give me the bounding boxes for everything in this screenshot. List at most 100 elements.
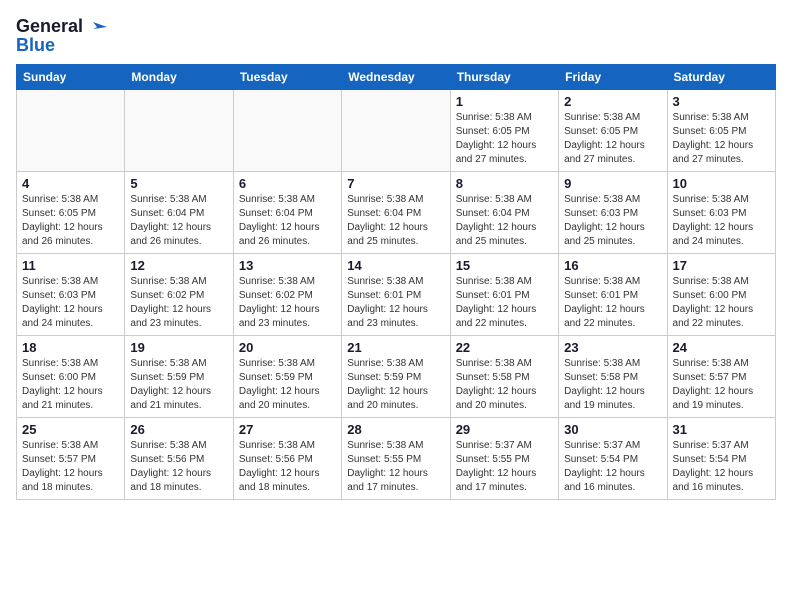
day-number: 15: [456, 258, 553, 273]
weekday-header: Wednesday: [342, 64, 450, 89]
calendar-cell: 16 Sunrise: 5:38 AM Sunset: 6:01 PM Dayli…: [559, 253, 667, 335]
calendar-cell: 28Sunrise: 5:38 AM Sunset: 5:55 PM Dayli…: [342, 417, 450, 499]
calendar-cell: 4 Sunrise: 5:38 AM Sunset: 6:05 PM Daylig…: [17, 171, 125, 253]
day-info: Sunrise: 5:38 AM Sunset: 6:03 PM Dayligh…: [673, 193, 770, 249]
day-info: Sunrise: 5:37 AM Sunset: 5:54 PM Dayligh…: [673, 439, 770, 495]
calendar-cell: 12Sunrise: 5:38 AM Sunset: 6:02 PM Dayli…: [125, 253, 233, 335]
day-info: Sunrise: 5:38 AM Sunset: 6:05 PM Dayligh…: [22, 193, 119, 249]
logo-general: General: [16, 17, 83, 37]
day-info: Sunrise: 5:38 AM Sunset: 6:01 PM Dayligh…: [564, 275, 661, 331]
day-number: 12: [130, 258, 227, 273]
day-info: Sunrise: 5:38 AM Sunset: 6:04 PM Dayligh…: [456, 193, 553, 249]
weekday-header: Sunday: [17, 64, 125, 89]
calendar-table: SundayMondayTuesdayWednesdayThursdayFrid…: [16, 64, 776, 500]
calendar-cell: 9 Sunrise: 5:38 AM Sunset: 6:03 PM Daylig…: [559, 171, 667, 253]
calendar-cell: 26 Sunrise: 5:38 AM Sunset: 5:56 PM Dayli…: [125, 417, 233, 499]
day-info: Sunrise: 5:38 AM Sunset: 5:58 PM Dayligh…: [456, 357, 553, 413]
calendar-cell: [17, 89, 125, 171]
day-number: 8: [456, 176, 553, 191]
day-number: 5: [130, 176, 227, 191]
calendar-cell: 30 Sunrise: 5:37 AM Sunset: 5:54 PM Dayli…: [559, 417, 667, 499]
calendar-cell: 5 Sunrise: 5:38 AM Sunset: 6:04 PM Daylig…: [125, 171, 233, 253]
weekday-header: Tuesday: [233, 64, 341, 89]
logo-bird-icon: [85, 16, 107, 38]
calendar-cell: 19 Sunrise: 5:38 AM Sunset: 5:59 PM Dayli…: [125, 335, 233, 417]
calendar-cell: 29Sunrise: 5:37 AM Sunset: 5:55 PM Dayli…: [450, 417, 558, 499]
day-info: Sunrise: 5:38 AM Sunset: 6:00 PM Dayligh…: [22, 357, 119, 413]
day-info: Sunrise: 5:38 AM Sunset: 6:03 PM Dayligh…: [22, 275, 119, 331]
calendar-cell: [233, 89, 341, 171]
weekday-header: Monday: [125, 64, 233, 89]
day-info: Sunrise: 5:38 AM Sunset: 5:56 PM Dayligh…: [130, 439, 227, 495]
calendar-cell: 8 Sunrise: 5:38 AM Sunset: 6:04 PM Daylig…: [450, 171, 558, 253]
day-number: 7: [347, 176, 444, 191]
calendar-cell: 22 Sunrise: 5:38 AM Sunset: 5:58 PM Dayli…: [450, 335, 558, 417]
calendar-cell: 10 Sunrise: 5:38 AM Sunset: 6:03 PM Dayli…: [667, 171, 775, 253]
page-header: General Blue: [16, 16, 776, 56]
day-info: Sunrise: 5:38 AM Sunset: 6:04 PM Dayligh…: [239, 193, 336, 249]
day-number: 31: [673, 422, 770, 437]
day-info: Sunrise: 5:38 AM Sunset: 6:01 PM Dayligh…: [456, 275, 553, 331]
weekday-header: Friday: [559, 64, 667, 89]
logo-blue: Blue: [16, 36, 55, 56]
day-info: Sunrise: 5:38 AM Sunset: 5:56 PM Dayligh…: [239, 439, 336, 495]
day-number: 1: [456, 94, 553, 109]
day-number: 6: [239, 176, 336, 191]
day-number: 4: [22, 176, 119, 191]
day-number: 27: [239, 422, 336, 437]
calendar-cell: [342, 89, 450, 171]
day-info: Sunrise: 5:38 AM Sunset: 5:57 PM Dayligh…: [22, 439, 119, 495]
calendar-cell: 24 Sunrise: 5:38 AM Sunset: 5:57 PM Dayli…: [667, 335, 775, 417]
day-number: 2: [564, 94, 661, 109]
day-number: 13: [239, 258, 336, 273]
day-number: 20: [239, 340, 336, 355]
day-number: 30: [564, 422, 661, 437]
day-info: Sunrise: 5:37 AM Sunset: 5:55 PM Dayligh…: [456, 439, 553, 495]
day-number: 10: [673, 176, 770, 191]
calendar-cell: 17 Sunrise: 5:38 AM Sunset: 6:00 PM Dayli…: [667, 253, 775, 335]
day-info: Sunrise: 5:38 AM Sunset: 6:04 PM Dayligh…: [130, 193, 227, 249]
day-info: Sunrise: 5:38 AM Sunset: 6:02 PM Dayligh…: [239, 275, 336, 331]
calendar-cell: 11 Sunrise: 5:38 AM Sunset: 6:03 PM Dayli…: [17, 253, 125, 335]
day-number: 22: [456, 340, 553, 355]
calendar-cell: 15 Sunrise: 5:38 AM Sunset: 6:01 PM Dayli…: [450, 253, 558, 335]
day-number: 17: [673, 258, 770, 273]
logo: General Blue: [16, 16, 107, 56]
day-info: Sunrise: 5:38 AM Sunset: 5:59 PM Dayligh…: [130, 357, 227, 413]
calendar-cell: [125, 89, 233, 171]
day-info: Sunrise: 5:38 AM Sunset: 6:03 PM Dayligh…: [564, 193, 661, 249]
day-info: Sunrise: 5:38 AM Sunset: 5:59 PM Dayligh…: [347, 357, 444, 413]
day-info: Sunrise: 5:38 AM Sunset: 5:57 PM Dayligh…: [673, 357, 770, 413]
calendar-cell: 21 Sunrise: 5:38 AM Sunset: 5:59 PM Dayli…: [342, 335, 450, 417]
calendar-cell: 14 Sunrise: 5:38 AM Sunset: 6:01 PM Dayli…: [342, 253, 450, 335]
day-number: 16: [564, 258, 661, 273]
day-info: Sunrise: 5:38 AM Sunset: 6:04 PM Dayligh…: [347, 193, 444, 249]
weekday-header: Thursday: [450, 64, 558, 89]
calendar-cell: 13 Sunrise: 5:38 AM Sunset: 6:02 PM Dayli…: [233, 253, 341, 335]
day-info: Sunrise: 5:38 AM Sunset: 6:05 PM Dayligh…: [456, 111, 553, 167]
day-info: Sunrise: 5:38 AM Sunset: 6:01 PM Dayligh…: [347, 275, 444, 331]
calendar-cell: 2 Sunrise: 5:38 AM Sunset: 6:05 PM Daylig…: [559, 89, 667, 171]
day-number: 11: [22, 258, 119, 273]
calendar-cell: 25 Sunrise: 5:38 AM Sunset: 5:57 PM Dayli…: [17, 417, 125, 499]
day-info: Sunrise: 5:37 AM Sunset: 5:54 PM Dayligh…: [564, 439, 661, 495]
day-number: 21: [347, 340, 444, 355]
day-number: 18: [22, 340, 119, 355]
day-info: Sunrise: 5:38 AM Sunset: 6:05 PM Dayligh…: [564, 111, 661, 167]
day-number: 3: [673, 94, 770, 109]
calendar-cell: 27 Sunrise: 5:38 AM Sunset: 5:56 PM Dayli…: [233, 417, 341, 499]
day-info: Sunrise: 5:38 AM Sunset: 6:00 PM Dayligh…: [673, 275, 770, 331]
calendar-cell: 1 Sunrise: 5:38 AM Sunset: 6:05 PM Daylig…: [450, 89, 558, 171]
day-number: 19: [130, 340, 227, 355]
day-number: 23: [564, 340, 661, 355]
day-info: Sunrise: 5:38 AM Sunset: 6:05 PM Dayligh…: [673, 111, 770, 167]
day-number: 14: [347, 258, 444, 273]
day-number: 9: [564, 176, 661, 191]
day-number: 24: [673, 340, 770, 355]
day-info: Sunrise: 5:38 AM Sunset: 5:59 PM Dayligh…: [239, 357, 336, 413]
day-number: 25: [22, 422, 119, 437]
calendar-cell: 18 Sunrise: 5:38 AM Sunset: 6:00 PM Dayli…: [17, 335, 125, 417]
day-info: Sunrise: 5:38 AM Sunset: 5:58 PM Dayligh…: [564, 357, 661, 413]
day-number: 26: [130, 422, 227, 437]
calendar-cell: 20 Sunrise: 5:38 AM Sunset: 5:59 PM Dayli…: [233, 335, 341, 417]
